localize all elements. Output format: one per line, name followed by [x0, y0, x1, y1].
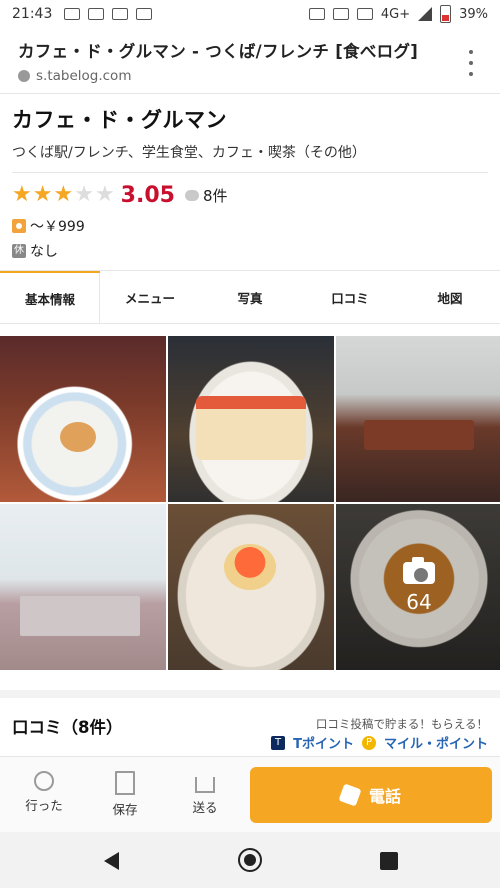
camera-icon	[403, 557, 435, 584]
went-button[interactable]: 行った	[14, 771, 74, 814]
price-icon	[12, 219, 26, 233]
save-label: 保存	[112, 802, 138, 817]
system-nav-bar	[0, 832, 500, 888]
share-icon	[195, 777, 215, 793]
line-icon	[64, 8, 81, 20]
url-domain: s.tabelog.com	[18, 68, 484, 84]
home-icon[interactable]	[238, 848, 262, 872]
rating-score: 3.05	[120, 182, 175, 208]
photo-overlay	[336, 504, 500, 670]
price-row: ～￥999	[12, 216, 85, 236]
mile-point-link[interactable]: マイル・ポイント	[384, 733, 488, 752]
mute-icon	[332, 8, 349, 20]
page-title: カフェ・ド・グルマン - つくば/フレンチ [食べログ]	[18, 42, 419, 61]
photo-thumbnail[interactable]	[0, 504, 166, 670]
phone-icon	[338, 783, 362, 807]
status-time: 21:43	[12, 6, 53, 22]
browser-url-bar[interactable]: カフェ・ド・グルマン - つくば/フレンチ [食べログ] s.tabelog.c…	[0, 28, 500, 94]
tab-menu[interactable]: メニュー	[100, 271, 200, 323]
save-button[interactable]: 保存	[95, 771, 155, 818]
photo-more-button[interactable]: 64	[336, 504, 500, 670]
star-icon: ★	[32, 182, 53, 207]
mile-point-icon: P	[361, 735, 376, 750]
nfc-icon	[308, 8, 325, 20]
tab-map[interactable]: 地図	[400, 271, 500, 323]
share-button[interactable]: 送る	[175, 771, 235, 816]
tab-reviews[interactable]: 口コミ	[300, 271, 400, 323]
kebab-menu-icon[interactable]	[468, 50, 474, 76]
star-icon: ★	[94, 182, 115, 207]
tab-photos[interactable]: 写真	[200, 271, 300, 323]
photo-thumbnail[interactable]	[336, 336, 500, 502]
points-row: T Tポイント P マイル・ポイント	[271, 733, 488, 752]
battery-icon	[440, 5, 452, 23]
wifi-call-icon	[136, 8, 153, 20]
holiday-row: 休 なし	[12, 241, 58, 261]
status-bar: 21:43 4G+ 39%	[0, 0, 500, 28]
holiday-icon: 休	[12, 244, 26, 258]
star-icon: ★	[12, 182, 32, 207]
rating-stars: ★ ★ ★ ★ ★	[12, 182, 115, 208]
mail-icon	[112, 8, 129, 20]
price-value: ～￥999	[30, 219, 85, 235]
reviews-title: 口コミ（8件）	[12, 718, 123, 737]
photo-grid: 64	[0, 336, 500, 670]
recents-icon[interactable]	[380, 852, 398, 870]
battery-percent: 39%	[459, 6, 488, 22]
volte-icon	[356, 8, 373, 20]
domain-text: s.tabelog.com	[36, 68, 132, 84]
tpoint-link[interactable]: Tポイント	[293, 733, 354, 752]
divider	[12, 172, 488, 173]
comment-icon	[184, 189, 199, 201]
restaurant-genre: つくば駅/フレンチ、学生食堂、カフェ・喫茶（その他）	[12, 145, 366, 161]
section-divider	[0, 690, 500, 698]
check-icon	[34, 771, 54, 791]
tab-basic-info[interactable]: 基本情報	[0, 271, 100, 323]
bookmark-icon	[115, 771, 135, 795]
star-icon: ★	[74, 182, 94, 207]
photo-thumbnail[interactable]	[168, 504, 334, 670]
restaurant-name: カフェ・ド・グルマン	[12, 108, 227, 132]
call-label: 電話	[368, 787, 401, 806]
network-type: 4G+	[380, 6, 411, 22]
rating-row: ★ ★ ★ ★ ★ 3.05 8件	[12, 182, 228, 208]
lock-icon	[18, 70, 30, 82]
photo-thumbnail[interactable]	[0, 336, 166, 502]
review-count[interactable]: 8件	[203, 185, 228, 206]
holiday-value: なし	[30, 244, 58, 260]
action-bar: 行った 保存 送る 電話	[0, 756, 500, 832]
tpoint-icon: T	[271, 735, 286, 750]
tab-bar: 基本情報 メニュー 写真 口コミ 地図	[0, 270, 500, 324]
notification-icons	[64, 8, 153, 20]
photo-thumbnail[interactable]	[168, 336, 334, 502]
mail-icon	[88, 8, 105, 20]
photo-count: 64	[406, 590, 432, 614]
star-icon: ★	[53, 182, 74, 207]
signal-icon	[418, 7, 433, 21]
reviews-promo: 口コミ投稿で貯まる！もらえる！	[315, 717, 488, 731]
back-icon[interactable]	[104, 852, 119, 870]
system-icons: 4G+ 39%	[308, 5, 488, 23]
went-label: 行った	[25, 798, 63, 813]
share-label: 送る	[192, 800, 218, 815]
call-button[interactable]: 電話	[250, 767, 492, 823]
